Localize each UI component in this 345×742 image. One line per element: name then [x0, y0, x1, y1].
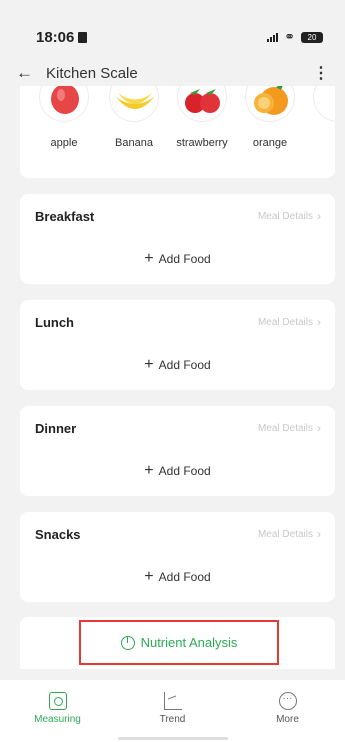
meal-title: Snacks [35, 527, 81, 542]
meal-card-breakfast: Breakfast Meal Details › + Add Food [20, 194, 335, 284]
app-bar: ← Kitchen Scale ⋮ [0, 60, 345, 86]
meal-title: Lunch [35, 315, 74, 330]
back-arrow-icon[interactable]: ← [16, 63, 38, 83]
notification-icon [78, 31, 88, 43]
tab-label: More [276, 714, 299, 725]
plus-icon: + [144, 568, 154, 585]
add-food-label: Add Food [158, 464, 211, 478]
wifi-icon: ⚭ [284, 29, 295, 44]
plus-icon: + [144, 356, 154, 373]
banana-icon [109, 86, 159, 122]
nutrient-analysis-label: Nutrient Analysis [140, 635, 238, 650]
add-food-button[interactable]: + Add Food [20, 356, 335, 373]
bottom-tab-bar: Measuring Trend More [0, 680, 345, 742]
plus-icon: + [144, 250, 154, 267]
add-food-button[interactable]: + Add Food [20, 568, 335, 585]
overflow-menu-icon[interactable]: ⋮ [313, 63, 329, 83]
signal-icon [267, 32, 279, 42]
chevron-right-icon: › [317, 527, 321, 541]
meal-title: Dinner [35, 421, 77, 436]
meal-details-link[interactable]: Meal Details › [258, 527, 321, 541]
nutrient-analysis-button[interactable]: Nutrient Analysis [79, 620, 279, 665]
nutrient-card: Nutrient Analysis [20, 617, 335, 669]
pie-chart-icon [120, 635, 135, 650]
meal-details-link[interactable]: Meal Details › [258, 209, 321, 223]
fruit-label: orange [252, 137, 288, 149]
strawberry-icon [177, 86, 227, 122]
scale-icon [48, 692, 67, 710]
add-food-label: Add Food [158, 252, 211, 266]
fruit-item-strawberry[interactable]: strawberry [172, 86, 232, 150]
tab-trend[interactable]: Trend [133, 692, 213, 742]
chevron-right-icon: › [317, 315, 321, 329]
fruit-item-orange[interactable]: orange [240, 86, 300, 150]
meal-details-label: Meal Details [257, 422, 313, 434]
battery-icon: 20 [301, 31, 323, 43]
orange-icon [245, 86, 295, 122]
meal-details-link[interactable]: Meal Details › [258, 421, 321, 435]
add-food-label: Add Food [158, 358, 211, 372]
meal-card-snacks: Snacks Meal Details › + Add Food [20, 512, 335, 602]
clock: 18:06 [36, 28, 75, 46]
status-bar: 18:06 ⚭ 20 [0, 0, 345, 60]
meal-card-dinner: Dinner Meal Details › + Add Food [20, 406, 335, 496]
chevron-right-icon: › [317, 421, 321, 435]
fruit-label: strawberry [176, 137, 228, 149]
add-food-button[interactable]: + Add Food [20, 250, 335, 267]
fruit-carousel: apple Banana strawberry orange [20, 86, 335, 178]
meal-title: Breakfast [35, 209, 95, 224]
add-food-label: Add Food [158, 570, 211, 584]
home-indicator [118, 737, 228, 740]
apple-icon [39, 86, 89, 122]
status-time: 18:06 [36, 28, 88, 46]
tab-more[interactable]: More [248, 692, 328, 742]
fruit-icon [313, 86, 335, 122]
page-title: Kitchen Scale [46, 64, 138, 82]
meal-card-lunch: Lunch Meal Details › + Add Food [20, 300, 335, 390]
meal-details-label: Meal Details [257, 316, 313, 328]
plus-icon: + [144, 462, 154, 479]
chevron-right-icon: › [317, 209, 321, 223]
fruit-label: apple [50, 137, 78, 149]
tab-measuring[interactable]: Measuring [18, 692, 98, 742]
meal-details-label: Meal Details [257, 210, 313, 222]
fruit-item-apple[interactable]: apple [34, 86, 94, 150]
tab-label: Measuring [34, 714, 81, 725]
fruit-label: Banana [115, 137, 153, 149]
meal-details-link[interactable]: Meal Details › [258, 315, 321, 329]
fruit-item-banana[interactable]: Banana [104, 86, 164, 150]
chart-icon [163, 692, 182, 710]
fruit-item-partial [308, 86, 335, 122]
add-food-button[interactable]: + Add Food [20, 462, 335, 479]
status-icons: ⚭ 20 [267, 29, 323, 45]
meal-details-label: Meal Details [257, 528, 313, 540]
tab-label: Trend [159, 714, 186, 725]
more-icon [278, 692, 297, 710]
